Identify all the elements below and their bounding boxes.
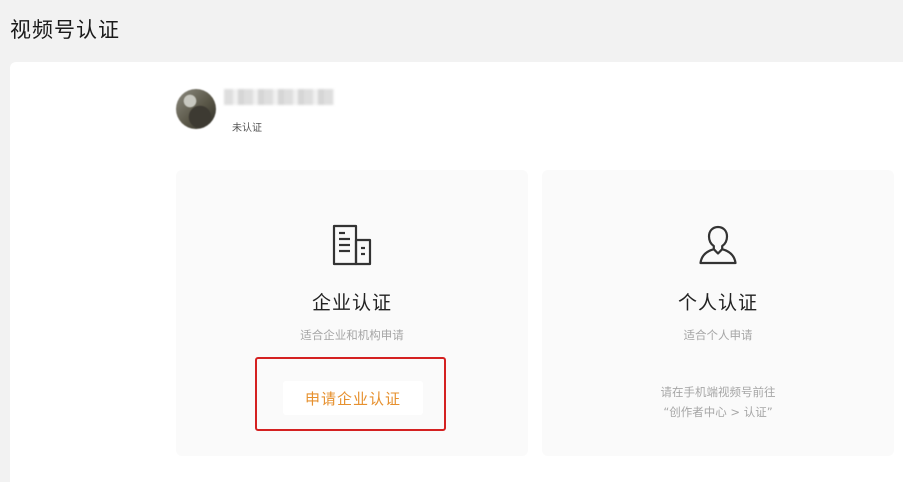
- hint-line-1: 请在手机端视频号前往: [660, 385, 776, 399]
- avatar: [176, 89, 216, 129]
- personal-card-title: 个人认证: [677, 292, 758, 314]
- hint-line-2: “创作者中心 > 认证”: [663, 405, 773, 419]
- personal-certification-card: 个人认证 适合个人申请 请在手机端视频号前往 “创作者中心 > 认证”: [542, 170, 894, 456]
- building-icon: [332, 224, 372, 266]
- enterprise-card-subtitle: 适合企业和机构申请: [300, 328, 404, 342]
- person-icon: [699, 225, 737, 265]
- page-title: 视频号认证: [10, 18, 120, 42]
- apply-button-highlight: 申请企业认证: [255, 357, 446, 431]
- enterprise-certification-card: 企业认证 适合企业和机构申请 申请企业认证: [176, 170, 528, 456]
- certification-status: 未认证: [232, 123, 262, 134]
- enterprise-card-title: 企业认证: [311, 292, 392, 314]
- apply-enterprise-certification-button[interactable]: 申请企业认证: [283, 381, 423, 415]
- personal-certification-hint: 请在手机端视频号前往 “创作者中心 > 认证”: [542, 382, 894, 422]
- profile-section: 未认证: [176, 88, 476, 138]
- account-name-redacted: [224, 89, 334, 105]
- personal-card-subtitle: 适合个人申请: [683, 328, 753, 342]
